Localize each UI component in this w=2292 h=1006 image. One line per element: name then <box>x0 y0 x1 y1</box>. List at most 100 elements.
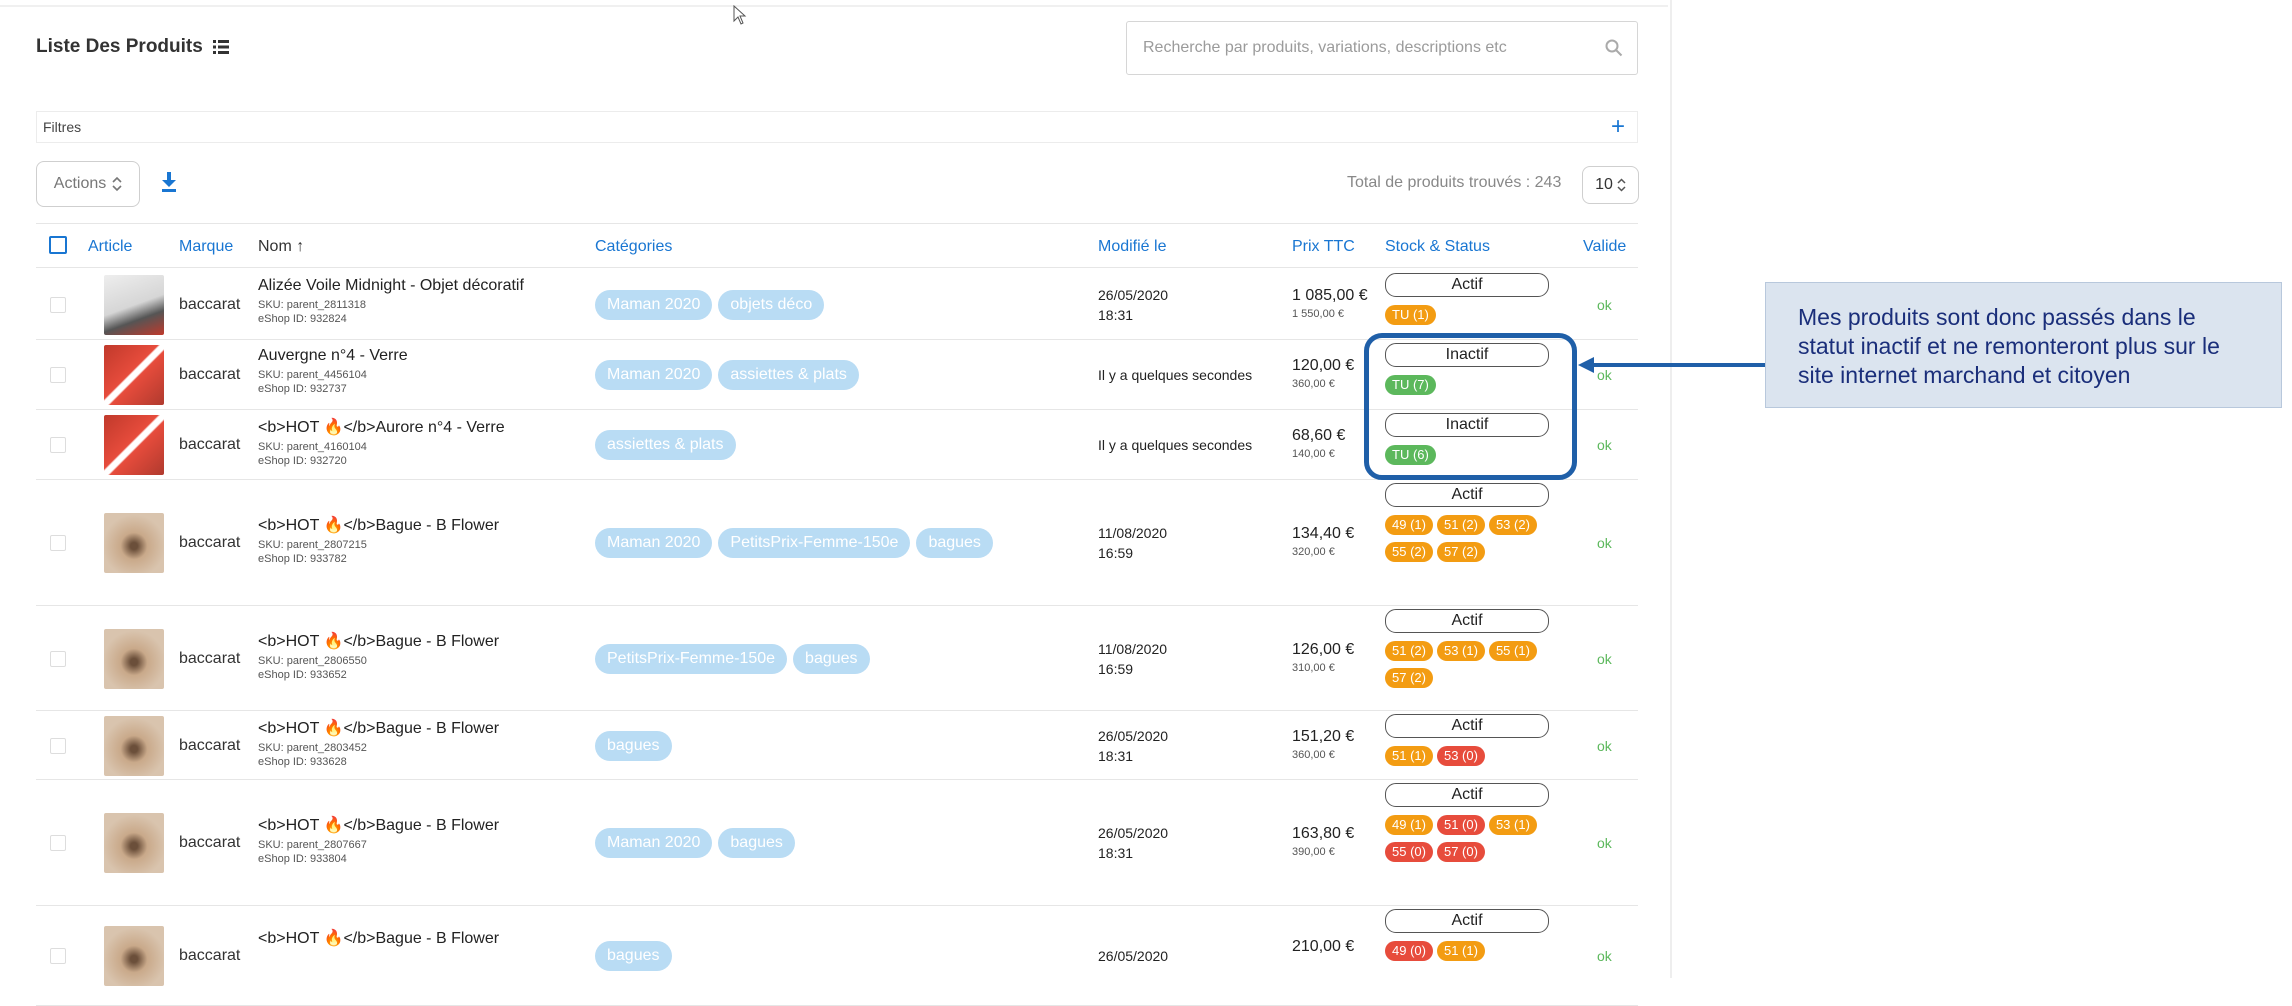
stock-badge[interactable]: 57 (2) <box>1385 668 1433 688</box>
select-all-checkbox[interactable] <box>49 236 67 254</box>
column-header-nom[interactable]: Nom ↑ <box>258 238 304 256</box>
product-thumbnail[interactable] <box>104 345 164 405</box>
product-thumbnail[interactable] <box>104 926 164 986</box>
table-row[interactable]: baccarat <b>HOT 🔥</b>Bague - B Flower SKU:… <box>36 480 1638 606</box>
product-thumbnail[interactable] <box>104 715 164 776</box>
table-row[interactable]: baccarat <b>HOT 🔥</b>Bague - B Flower bagu… <box>36 906 1638 1006</box>
stock-badge[interactable]: 55 (0) <box>1385 842 1433 862</box>
category-tag[interactable]: Maman 2020 <box>595 360 713 390</box>
row-checkbox[interactable] <box>50 650 66 667</box>
category-tag[interactable]: bagues <box>916 528 993 558</box>
modified-date: 11/08/2020 16:59 <box>1098 639 1167 679</box>
status-pill[interactable]: Actif <box>1385 609 1549 633</box>
product-name[interactable]: <b>HOT 🔥</b>Bague - B Flower <box>258 928 588 948</box>
search-box[interactable] <box>1126 21 1638 75</box>
product-name[interactable]: <b>HOT 🔥</b>Aurore n°4 - Verre <box>258 417 588 437</box>
category-tag[interactable]: PetitsPrix-Femme-150e <box>595 643 788 674</box>
category-tag[interactable]: bagues <box>595 730 672 761</box>
stock-badge[interactable]: 53 (1) <box>1488 815 1537 835</box>
category-tag[interactable]: objets déco <box>718 290 825 320</box>
stock-badge[interactable]: 49 (0) <box>1385 941 1433 961</box>
status-pill[interactable]: Actif <box>1385 783 1549 807</box>
modified-date: 26/05/2020 18:31 <box>1098 823 1168 863</box>
category-tag[interactable]: bagues <box>595 941 672 971</box>
stock-badge[interactable]: 49 (1) <box>1385 815 1433 835</box>
product-name-cell: <b>HOT 🔥</b>Aurore n°4 - Verre SKU: paren… <box>258 417 588 468</box>
stock-badge[interactable]: 51 (1) <box>1436 941 1485 961</box>
product-name[interactable]: <b>HOT 🔥</b>Bague - B Flower <box>258 515 588 535</box>
table-row[interactable]: baccarat <b>HOT 🔥</b>Bague - B Flower SKU:… <box>36 780 1638 906</box>
product-name[interactable]: <b>HOT 🔥</b>Bague - B Flower <box>258 718 588 738</box>
product-thumbnail[interactable] <box>104 275 164 335</box>
stock-badge[interactable]: 55 (2) <box>1385 542 1433 562</box>
column-header-valide[interactable]: Valide <box>1583 238 1626 256</box>
category-tag[interactable]: bagues <box>718 828 795 858</box>
row-checkbox[interactable] <box>50 535 66 551</box>
stock-badge[interactable]: 57 (0) <box>1436 842 1485 862</box>
stock-badge[interactable]: 51 (2) <box>1385 641 1433 661</box>
download-icon[interactable] <box>160 172 178 192</box>
product-sku: SKU: parent_2807215 <box>258 539 367 551</box>
status-pill[interactable]: Actif <box>1385 273 1549 297</box>
row-checkbox[interactable] <box>50 948 66 964</box>
row-checkbox[interactable] <box>50 835 66 851</box>
add-filter-icon[interactable]: + <box>1611 115 1631 139</box>
product-name[interactable]: <b>HOT 🔥</b>Bague - B Flower <box>258 815 588 835</box>
category-tag[interactable]: assiettes & plats <box>595 430 736 460</box>
product-name[interactable]: Auvergne n°4 - Verre <box>258 347 588 365</box>
stock-badge[interactable]: 57 (2) <box>1436 542 1485 562</box>
page-size-select[interactable]: 10 <box>1582 166 1639 204</box>
search-icon[interactable] <box>1605 39 1623 57</box>
status-pill[interactable]: Actif <box>1385 483 1549 507</box>
row-checkbox[interactable] <box>50 297 66 313</box>
stock-badge[interactable]: TU (1) <box>1385 305 1436 325</box>
stock-badge[interactable]: 51 (0) <box>1436 815 1485 835</box>
category-tag[interactable]: Maman 2020 <box>595 290 713 320</box>
valid-indicator: ok <box>1597 948 1612 964</box>
stock-badge[interactable]: 49 (1) <box>1385 515 1433 535</box>
product-thumbnail[interactable] <box>104 513 164 573</box>
product-thumbnail[interactable] <box>104 415 164 475</box>
column-header-modifie[interactable]: Modifié le <box>1098 238 1166 256</box>
category-tag[interactable]: Maman 2020 <box>595 528 713 558</box>
table-row[interactable]: baccarat <b>HOT 🔥</b>Bague - B Flower SKU:… <box>36 606 1638 711</box>
stock-status-cell: Actif 49 (0) 51 (1) <box>1385 909 1551 961</box>
column-header-stock-status[interactable]: Stock & Status <box>1385 238 1490 256</box>
category-tag[interactable]: bagues <box>793 643 870 674</box>
sort-ascending-icon[interactable]: ↑ <box>296 238 304 255</box>
category-tag[interactable]: Maman 2020 <box>595 828 713 858</box>
status-pill[interactable]: Actif <box>1385 909 1549 933</box>
column-header-article[interactable]: Article <box>88 238 132 256</box>
status-pill[interactable]: Actif <box>1385 714 1549 738</box>
product-thumbnail[interactable] <box>104 813 164 873</box>
price-ttc: 68,60 € <box>1292 427 1346 444</box>
stock-badge[interactable]: 51 (1) <box>1385 746 1433 766</box>
product-name[interactable]: Alizée Voile Midnight - Objet décoratif <box>258 277 588 295</box>
list-icon[interactable] <box>212 40 229 54</box>
product-list-panel: Liste Des Produits Filtres + Actions Tot… <box>0 0 1672 1006</box>
product-eshop-id: eShop ID: 933782 <box>258 553 347 565</box>
column-header-prix[interactable]: Prix TTC <box>1292 238 1355 256</box>
row-checkbox[interactable] <box>50 737 66 754</box>
filters-bar[interactable]: Filtres + <box>36 111 1638 143</box>
row-checkbox[interactable] <box>50 437 66 453</box>
column-header-marque[interactable]: Marque <box>179 238 233 256</box>
stock-badge[interactable]: 53 (0) <box>1436 746 1485 766</box>
stock-badge[interactable]: 55 (1) <box>1488 641 1537 661</box>
stock-badge[interactable]: 53 (2) <box>1488 515 1537 535</box>
product-name-cell: <b>HOT 🔥</b>Bague - B Flower SKU: parent_… <box>258 718 588 769</box>
annotation-callout: Mes produits sont donc passés dans le st… <box>1765 282 2282 408</box>
category-tag[interactable]: assiettes & plats <box>718 360 859 390</box>
column-header-categories[interactable]: Catégories <box>595 238 672 256</box>
product-name[interactable]: <b>HOT 🔥</b>Bague - B Flower <box>258 631 588 651</box>
category-tag[interactable]: PetitsPrix-Femme-150e <box>718 528 911 558</box>
row-checkbox[interactable] <box>50 367 66 383</box>
stock-badges: 49 (1) 51 (2) 53 (2) 55 (2) 57 (2) <box>1385 515 1551 562</box>
stock-badge[interactable]: 53 (1) <box>1436 641 1485 661</box>
table-row[interactable]: baccarat Alizée Voile Midnight - Objet dé… <box>36 270 1638 340</box>
product-thumbnail[interactable] <box>104 628 164 689</box>
actions-select[interactable]: Actions <box>36 161 140 207</box>
search-input[interactable] <box>1141 38 1605 58</box>
stock-badge[interactable]: 51 (2) <box>1436 515 1485 535</box>
table-row[interactable]: baccarat <b>HOT 🔥</b>Bague - B Flower SKU:… <box>36 711 1638 780</box>
